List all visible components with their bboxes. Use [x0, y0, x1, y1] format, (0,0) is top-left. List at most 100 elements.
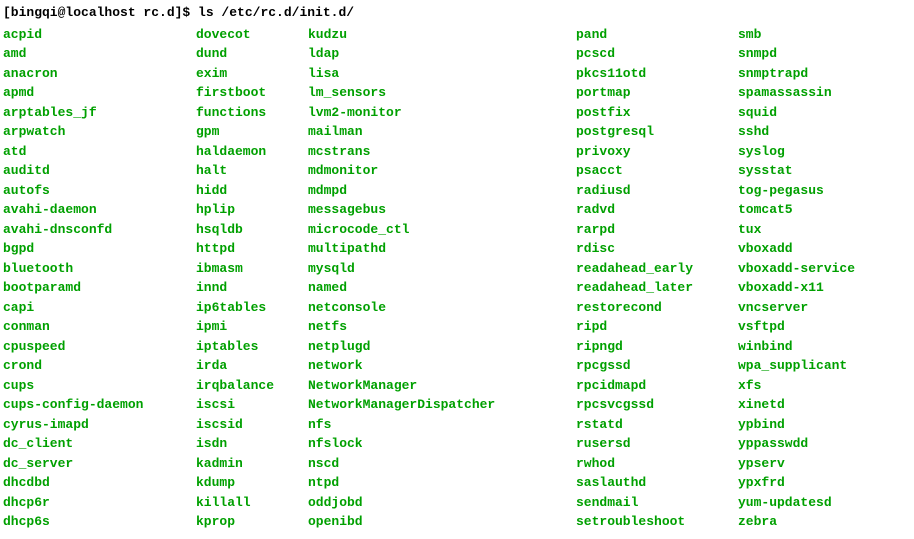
file-entry: crond	[3, 356, 196, 376]
file-entry: mysqld	[308, 259, 576, 279]
file-entry: nfslock	[308, 434, 576, 454]
file-entry: pcscd	[576, 44, 738, 64]
file-entry: iscsi	[196, 395, 308, 415]
file-entry: NetworkManager	[308, 376, 576, 396]
file-entry: rusersd	[576, 434, 738, 454]
file-entry: ypxfrd	[738, 473, 855, 493]
column-1: acpidamdanacronapmdarptables_jfarpwatcha…	[3, 25, 196, 532]
file-entry: readahead_later	[576, 278, 738, 298]
file-entry: iptables	[196, 337, 308, 357]
file-entry: lisa	[308, 64, 576, 84]
file-entry: vncserver	[738, 298, 855, 318]
file-entry: dc_client	[3, 434, 196, 454]
file-entry: sshd	[738, 122, 855, 142]
file-entry: pand	[576, 25, 738, 45]
file-entry: ibmasm	[196, 259, 308, 279]
file-entry: ypserv	[738, 454, 855, 474]
file-entry: isdn	[196, 434, 308, 454]
file-entry: postgresql	[576, 122, 738, 142]
file-entry: ripngd	[576, 337, 738, 357]
file-entry: kprop	[196, 512, 308, 532]
file-entry: portmap	[576, 83, 738, 103]
file-entry: lvm2-monitor	[308, 103, 576, 123]
file-entry: netplugd	[308, 337, 576, 357]
file-entry: setroubleshoot	[576, 512, 738, 532]
file-entry: rpcsvcgssd	[576, 395, 738, 415]
file-entry: NetworkManagerDispatcher	[308, 395, 576, 415]
file-entry: irda	[196, 356, 308, 376]
file-entry: netfs	[308, 317, 576, 337]
file-entry: autofs	[3, 181, 196, 201]
file-entry: nfs	[308, 415, 576, 435]
column-5: smbsnmpdsnmptrapdspamassassinsquidsshdsy…	[738, 25, 855, 532]
file-entry: restorecond	[576, 298, 738, 318]
column-4: pandpcscdpkcs11otdportmappostfixpostgres…	[576, 25, 738, 532]
file-entry: readahead_early	[576, 259, 738, 279]
file-entry: network	[308, 356, 576, 376]
column-2: dovecotdundeximfirstbootfunctionsgpmhald…	[196, 25, 308, 532]
file-entry: smb	[738, 25, 855, 45]
file-entry: vboxadd-service	[738, 259, 855, 279]
file-entry: syslog	[738, 142, 855, 162]
file-entry: cyrus-imapd	[3, 415, 196, 435]
file-entry: arpwatch	[3, 122, 196, 142]
file-entry: mailman	[308, 122, 576, 142]
file-entry: exim	[196, 64, 308, 84]
file-entry: ripd	[576, 317, 738, 337]
file-entry: radvd	[576, 200, 738, 220]
file-entry: rpcidmapd	[576, 376, 738, 396]
file-entry: capi	[3, 298, 196, 318]
file-entry: dhcp6s	[3, 512, 196, 532]
file-entry: kdump	[196, 473, 308, 493]
file-entry: netconsole	[308, 298, 576, 318]
file-entry: mcstrans	[308, 142, 576, 162]
file-entry: tog-pegasus	[738, 181, 855, 201]
file-entry: saslauthd	[576, 473, 738, 493]
file-entry: yum-updatesd	[738, 493, 855, 513]
file-entry: httpd	[196, 239, 308, 259]
file-entry: yppasswdd	[738, 434, 855, 454]
file-entry: conman	[3, 317, 196, 337]
file-entry: anacron	[3, 64, 196, 84]
file-entry: dhcp6r	[3, 493, 196, 513]
file-entry: bgpd	[3, 239, 196, 259]
file-entry: haldaemon	[196, 142, 308, 162]
file-entry: winbind	[738, 337, 855, 357]
file-entry: tux	[738, 220, 855, 240]
file-entry: rstatd	[576, 415, 738, 435]
file-entry: killall	[196, 493, 308, 513]
file-entry: zebra	[738, 512, 855, 532]
file-entry: radiusd	[576, 181, 738, 201]
file-entry: sendmail	[576, 493, 738, 513]
file-entry: arptables_jf	[3, 103, 196, 123]
file-entry: apmd	[3, 83, 196, 103]
file-entry: atd	[3, 142, 196, 162]
file-entry: ntpd	[308, 473, 576, 493]
file-entry: named	[308, 278, 576, 298]
file-entry: ip6tables	[196, 298, 308, 318]
shell-prompt: [bingqi@localhost rc.d]$ ls /etc/rc.d/in…	[3, 3, 911, 23]
file-entry: iscsid	[196, 415, 308, 435]
file-entry: wpa_supplicant	[738, 356, 855, 376]
file-entry: gpm	[196, 122, 308, 142]
file-entry: ypbind	[738, 415, 855, 435]
file-entry: ipmi	[196, 317, 308, 337]
file-entry: auditd	[3, 161, 196, 181]
file-entry: rdisc	[576, 239, 738, 259]
file-entry: cups	[3, 376, 196, 396]
file-entry: halt	[196, 161, 308, 181]
file-entry: innd	[196, 278, 308, 298]
file-entry: kudzu	[308, 25, 576, 45]
file-entry: lm_sensors	[308, 83, 576, 103]
file-entry: xfs	[738, 376, 855, 396]
file-entry: spamassassin	[738, 83, 855, 103]
file-entry: bluetooth	[3, 259, 196, 279]
file-entry: vboxadd-x11	[738, 278, 855, 298]
file-entry: microcode_ctl	[308, 220, 576, 240]
file-entry: acpid	[3, 25, 196, 45]
file-entry: avahi-dnsconfd	[3, 220, 196, 240]
file-entry: squid	[738, 103, 855, 123]
file-entry: rwhod	[576, 454, 738, 474]
file-entry: cpuspeed	[3, 337, 196, 357]
file-entry: rpcgssd	[576, 356, 738, 376]
